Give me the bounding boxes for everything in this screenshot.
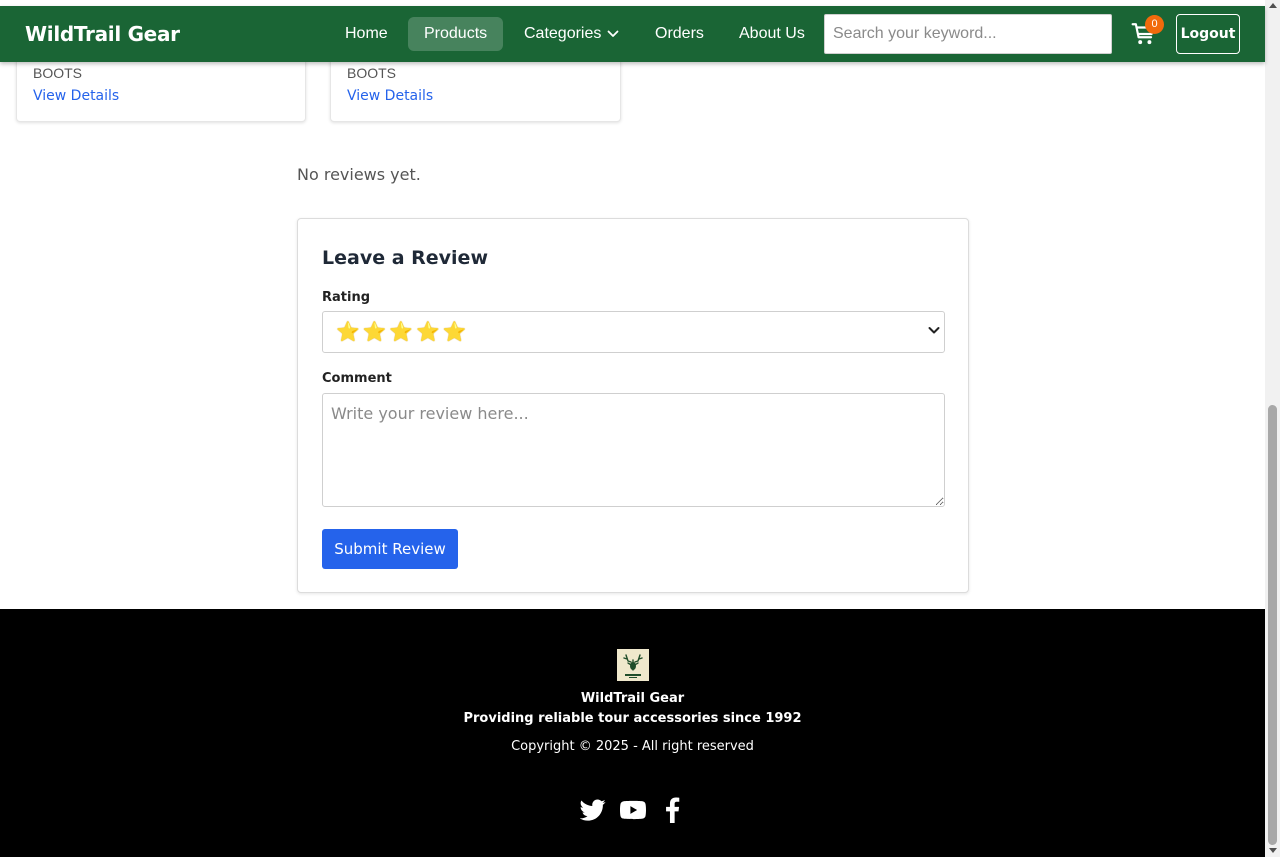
rating-select[interactable]: ⭐⭐⭐⭐⭐ [322,311,945,353]
nav-categories[interactable]: Categories [508,17,635,51]
nav-products[interactable]: Products [408,17,504,51]
rating-stars: ⭐⭐⭐⭐⭐ [336,321,470,343]
review-form-title: Leave a Review [322,247,488,269]
youtube-icon[interactable] [620,797,646,823]
submit-review-button[interactable]: Submit Review [322,529,458,569]
facebook-icon[interactable] [660,797,686,823]
review-form: Leave a Review Rating ⭐⭐⭐⭐⭐ Comment Subm… [297,218,969,593]
page-scrollbar[interactable] [1265,0,1280,857]
nav-categories-label: Categories [524,25,602,42]
comment-label: Comment [322,371,392,386]
scroll-down-arrow-icon[interactable] [1269,848,1277,853]
product-category: BOOTS [33,65,83,81]
chevron-down-icon [928,327,940,334]
footer: WildTrail Gear Providing reliable tour a… [0,609,1265,857]
scrollbar-thumb[interactable] [1268,405,1277,845]
rating-label: Rating [322,290,371,305]
navbar: WildTrail Gear Home Products Categories … [0,6,1265,62]
comment-textarea[interactable] [322,393,945,507]
footer-copyright: Copyright © 2025 - All right reserved [511,739,754,754]
company-logo [617,649,649,681]
nav-orders[interactable]: Orders [639,17,720,51]
nav-home[interactable]: Home [329,17,404,51]
footer-company-name: WildTrail Gear [580,691,685,706]
cart-count-badge: 0 [1145,15,1164,34]
twitter-icon[interactable] [580,797,606,823]
view-details-link[interactable]: View Details [347,88,433,104]
logout-button[interactable]: Logout [1176,14,1240,54]
view-details-link[interactable]: View Details [33,88,119,104]
scroll-up-arrow-icon[interactable] [1269,3,1277,8]
brand-logo[interactable]: WildTrail Gear [25,22,180,46]
nav-about-us[interactable]: About Us [723,17,821,51]
no-reviews-text: No reviews yet. [297,165,421,184]
product-category: BOOTS [347,65,397,81]
chevron-down-icon [607,30,619,37]
search-input[interactable] [824,14,1112,54]
footer-tagline: Providing reliable tour accessories sinc… [463,711,802,726]
